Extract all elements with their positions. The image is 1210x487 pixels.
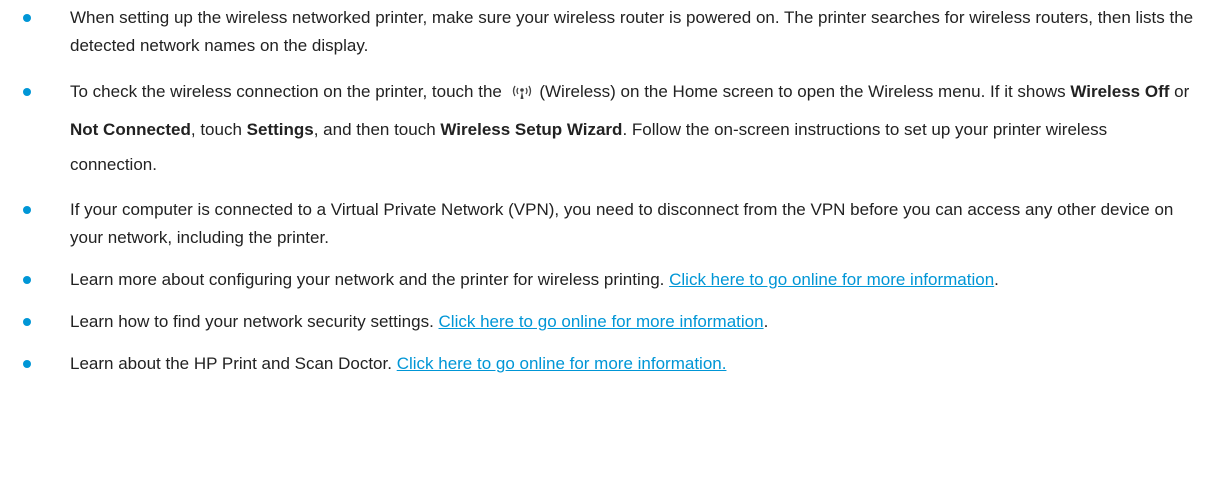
tips-list: When setting up the wireless networked p… <box>0 4 1210 378</box>
more-info-link[interactable]: Click here to go online for more informa… <box>669 270 994 289</box>
tip-check-wireless: To check the wireless connection on the … <box>0 74 1210 182</box>
status-wireless-off: Wireless Off <box>1070 82 1170 101</box>
tip-security-settings: Learn how to find your network security … <box>0 308 1210 336</box>
tip-text-part: , touch <box>190 120 242 139</box>
tip-text-part: , and then touch <box>313 120 436 139</box>
tip-trail: . <box>763 312 769 331</box>
bullet-icon <box>23 206 31 214</box>
tip-text: Learn more about configuring your networ… <box>70 270 665 289</box>
tip-text: If your computer is connected to a Virtu… <box>70 200 1174 247</box>
tip-vpn: If your computer is connected to a Virtu… <box>0 196 1210 252</box>
tip-configure-network: Learn more about configuring your networ… <box>0 266 1210 294</box>
bullet-icon <box>23 360 31 368</box>
wireless-icon <box>511 77 533 112</box>
tip-text-part: or <box>1174 82 1190 101</box>
bullet-icon <box>23 318 31 326</box>
tip-text: Learn how to find your network security … <box>70 312 434 331</box>
more-info-link[interactable]: Click here to go online for more informa… <box>439 312 764 331</box>
tip-print-scan-doctor: Learn about the HP Print and Scan Doctor… <box>0 350 1210 378</box>
tip-text-part: To check the wireless connection on the … <box>70 82 502 101</box>
tip-text: Learn about the HP Print and Scan Doctor… <box>70 354 392 373</box>
menu-wireless-setup-wizard: Wireless Setup Wizard <box>440 120 623 139</box>
tip-router-powered: When setting up the wireless networked p… <box>0 4 1210 60</box>
more-info-link[interactable]: Click here to go online for more informa… <box>397 354 727 373</box>
tip-trail: . <box>994 270 999 289</box>
bullet-icon <box>23 88 31 96</box>
bullet-icon <box>23 276 31 284</box>
tip-text-part: (Wireless) on the Home screen to open th… <box>539 82 1066 101</box>
status-not-connected: Not Connected <box>70 120 191 139</box>
tip-text: When setting up the wireless networked p… <box>70 8 1194 55</box>
menu-settings: Settings <box>246 120 314 139</box>
bullet-icon <box>23 14 31 22</box>
